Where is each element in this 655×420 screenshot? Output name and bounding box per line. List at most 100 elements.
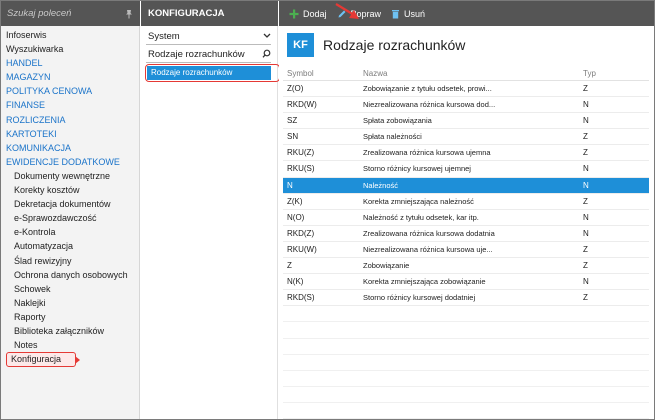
nav-item-korekty-kosztów[interactable]: Korekty kosztów — [1, 183, 140, 197]
nav-item-magazyn[interactable]: MAGAZYN — [1, 70, 140, 84]
cell-name: Zrealizowana różnica kursowa ujemna — [363, 148, 491, 158]
empty-row — [283, 371, 649, 387]
empty-row — [283, 306, 649, 323]
grid-header: Symbol Nazwa Typ — [283, 67, 649, 81]
annotation-arrow-icon — [335, 3, 359, 19]
grid-body: Z(O) Zobowiązanie z tytułu odsetek, prowi… — [283, 81, 649, 419]
cell-type: N — [583, 180, 589, 190]
table-row[interactable]: Z(O) Zobowiązanie z tytułu odsetek, prowi… — [283, 81, 649, 98]
cell-symbol: Z(O) — [287, 84, 304, 93]
add-button-label: Dodaj — [303, 8, 327, 19]
table-row[interactable]: SN Spłata należności Z — [283, 129, 649, 146]
cell-type: Z — [583, 196, 588, 206]
nav-item-naklejki[interactable]: Naklejki — [1, 296, 140, 310]
table-row[interactable]: RKU(W) Niezrealizowana różnica kursowa uj… — [283, 242, 649, 259]
cell-type: Z — [583, 84, 588, 93]
cell-type: N — [583, 100, 589, 110]
nav-item-notes[interactable]: Notes — [1, 338, 140, 352]
column-header-name[interactable]: Nazwa — [355, 67, 571, 80]
nav-item-ewidencje-dodatkowe[interactable]: EWIDENCJE DODATKOWE — [1, 155, 140, 169]
empty-row — [283, 387, 649, 403]
cell-type: Z — [583, 148, 588, 158]
cell-type: N — [583, 277, 589, 287]
config-item-rodzaje-rozrachunkow[interactable]: Rodzaje rozrachunków — [147, 66, 271, 80]
empty-row — [283, 403, 649, 419]
nav-item-label: Konfiguracja — [11, 354, 62, 365]
pin-icon[interactable] — [124, 9, 134, 19]
cell-symbol: RKU(W) — [287, 244, 317, 254]
command-search-input[interactable]: Szukaj poleceń — [7, 8, 124, 19]
column-header-symbol[interactable]: Symbol — [283, 67, 355, 80]
nav-item-wyszukiwarka[interactable]: Wyszukiwarka — [1, 42, 140, 56]
nav-item-polityka-cenowa[interactable]: POLITYKA CENOWA — [1, 84, 140, 98]
nav-item-infoserwis[interactable]: Infoserwis — [1, 28, 140, 42]
cell-symbol: RKU(S) — [287, 164, 315, 174]
cell-type: Z — [583, 293, 588, 303]
config-panel-header: KONFIGURACJA — [141, 1, 278, 26]
nav-item-ochrona-danych-osobowych[interactable]: Ochrona danych osobowych — [1, 268, 140, 282]
delete-button-label: Usuń — [404, 8, 426, 19]
table-row[interactable]: RKD(Z) Zrealizowana różnica kursowa dodat… — [283, 226, 649, 242]
config-group-select[interactable]: System — [146, 29, 271, 45]
table-row[interactable]: SZ Spłata zobowiązania N — [283, 113, 649, 130]
nav-item-komunikacja[interactable]: KOMUNIKACJA — [1, 141, 140, 155]
table-row[interactable]: RKU(Z) Zrealizowana różnica kursowa ujemn… — [283, 145, 649, 162]
nav-item-raporty[interactable]: Raporty — [1, 310, 140, 324]
table-row[interactable]: Z(K) Korekta zmniejszająca należność Z — [283, 194, 649, 210]
nav-item-dokumenty-wewnętrzne[interactable]: Dokumenty wewnętrzne — [1, 169, 140, 183]
page-title: Rodzaje rozrachunków — [323, 37, 466, 53]
table-row[interactable]: N Należność N — [283, 177, 649, 194]
cell-name: Zobowiązanie — [363, 261, 410, 271]
column-header-type[interactable]: Typ — [571, 67, 649, 80]
cell-symbol: N(K) — [287, 277, 304, 287]
search-icon[interactable] — [262, 49, 271, 61]
content-area: Dodaj Popraw Usuń KF Rodzaje rozrachunkó… — [279, 1, 654, 419]
nav-item-dekretacja-dokumentów[interactable]: Dekretacja dokumentów — [1, 197, 140, 211]
cell-name: Korekta zmniejszająca należność — [363, 196, 474, 206]
empty-row — [283, 322, 649, 339]
nav-list: Infoserwis Wyszukiwarka HANDEL MAGAZYN POLIT… — [1, 28, 140, 368]
table-row[interactable]: Z Zobowiązanie Z — [283, 258, 649, 275]
empty-row — [283, 339, 649, 355]
nav-item-finanse[interactable]: FINANSE — [1, 98, 140, 112]
cell-symbol: Z(K) — [287, 196, 303, 206]
cell-type: Z — [583, 261, 588, 271]
empty-row — [283, 355, 649, 371]
page-header: KF Rodzaje rozrachunków — [287, 33, 465, 57]
nav-item-e-kontrola[interactable]: e-Kontrola — [1, 225, 140, 239]
cell-symbol: RKD(Z) — [287, 228, 315, 238]
add-button[interactable]: Dodaj — [289, 9, 327, 19]
nav-item-ślad-rewizyjny[interactable]: Ślad rewizyjny — [1, 254, 140, 268]
plus-icon — [289, 9, 299, 19]
table-row[interactable]: RKD(S) Storno różnicy kursowej dodatniej Z — [283, 290, 649, 307]
cell-type: N — [583, 116, 589, 126]
config-search-value: Rodzaje rozrachunków — [148, 49, 245, 60]
nav-item-e-sprawozdawczość[interactable]: e-Sprawozdawczość — [1, 211, 140, 225]
cell-name: Niezrealizowana różnica kursowa dod... — [363, 100, 496, 110]
cell-symbol: N(O) — [287, 212, 305, 222]
nav-item-kartoteki[interactable]: KARTOTEKI — [1, 127, 140, 141]
nav-item-schowek[interactable]: Schowek — [1, 282, 140, 296]
cell-name: Należność z tytułu odsetek, kar itp. — [363, 212, 479, 222]
trash-icon — [391, 9, 400, 19]
nav-item-handel[interactable]: HANDEL — [1, 56, 140, 70]
cell-name: Storno różnicy kursowej dodatniej — [363, 293, 476, 303]
nav-sidebar: Szukaj poleceń Infoserwis Wyszukiwarka HAN… — [1, 1, 140, 419]
cell-type: N — [583, 212, 589, 222]
config-search-field[interactable]: Rodzaje rozrachunków — [146, 47, 271, 63]
nav-item-rozliczenia[interactable]: ROZLICZENIA — [1, 113, 140, 127]
command-search[interactable]: Szukaj poleceń — [1, 1, 140, 26]
cell-name: Korekta zmniejszająca zobowiązanie — [363, 277, 486, 287]
data-grid: Symbol Nazwa Typ Z(O) Zobowiązanie z tytu… — [283, 67, 649, 419]
nav-item-biblioteka-załączników[interactable]: Biblioteka załączników — [1, 324, 140, 338]
config-panel: KONFIGURACJA System Rodzaje rozrachunków… — [141, 1, 285, 419]
nav-item-konfiguracja[interactable]: Konfiguracja — [1, 352, 140, 368]
cell-symbol: RKD(S) — [287, 293, 315, 303]
table-row[interactable]: RKD(W) Niezrealizowana różnica kursowa do… — [283, 97, 649, 114]
table-row[interactable]: RKU(S) Storno różnicy kursowej ujemnej N — [283, 161, 649, 178]
cell-symbol: SZ — [287, 116, 298, 126]
table-row[interactable]: N(O) Należność z tytułu odsetek, kar itp.… — [283, 210, 649, 226]
delete-button[interactable]: Usuń — [391, 9, 425, 19]
table-row[interactable]: N(K) Korekta zmniejszająca zobowiązanie N — [283, 274, 649, 291]
nav-item-automatyzacja[interactable]: Automatyzacja — [1, 239, 140, 253]
